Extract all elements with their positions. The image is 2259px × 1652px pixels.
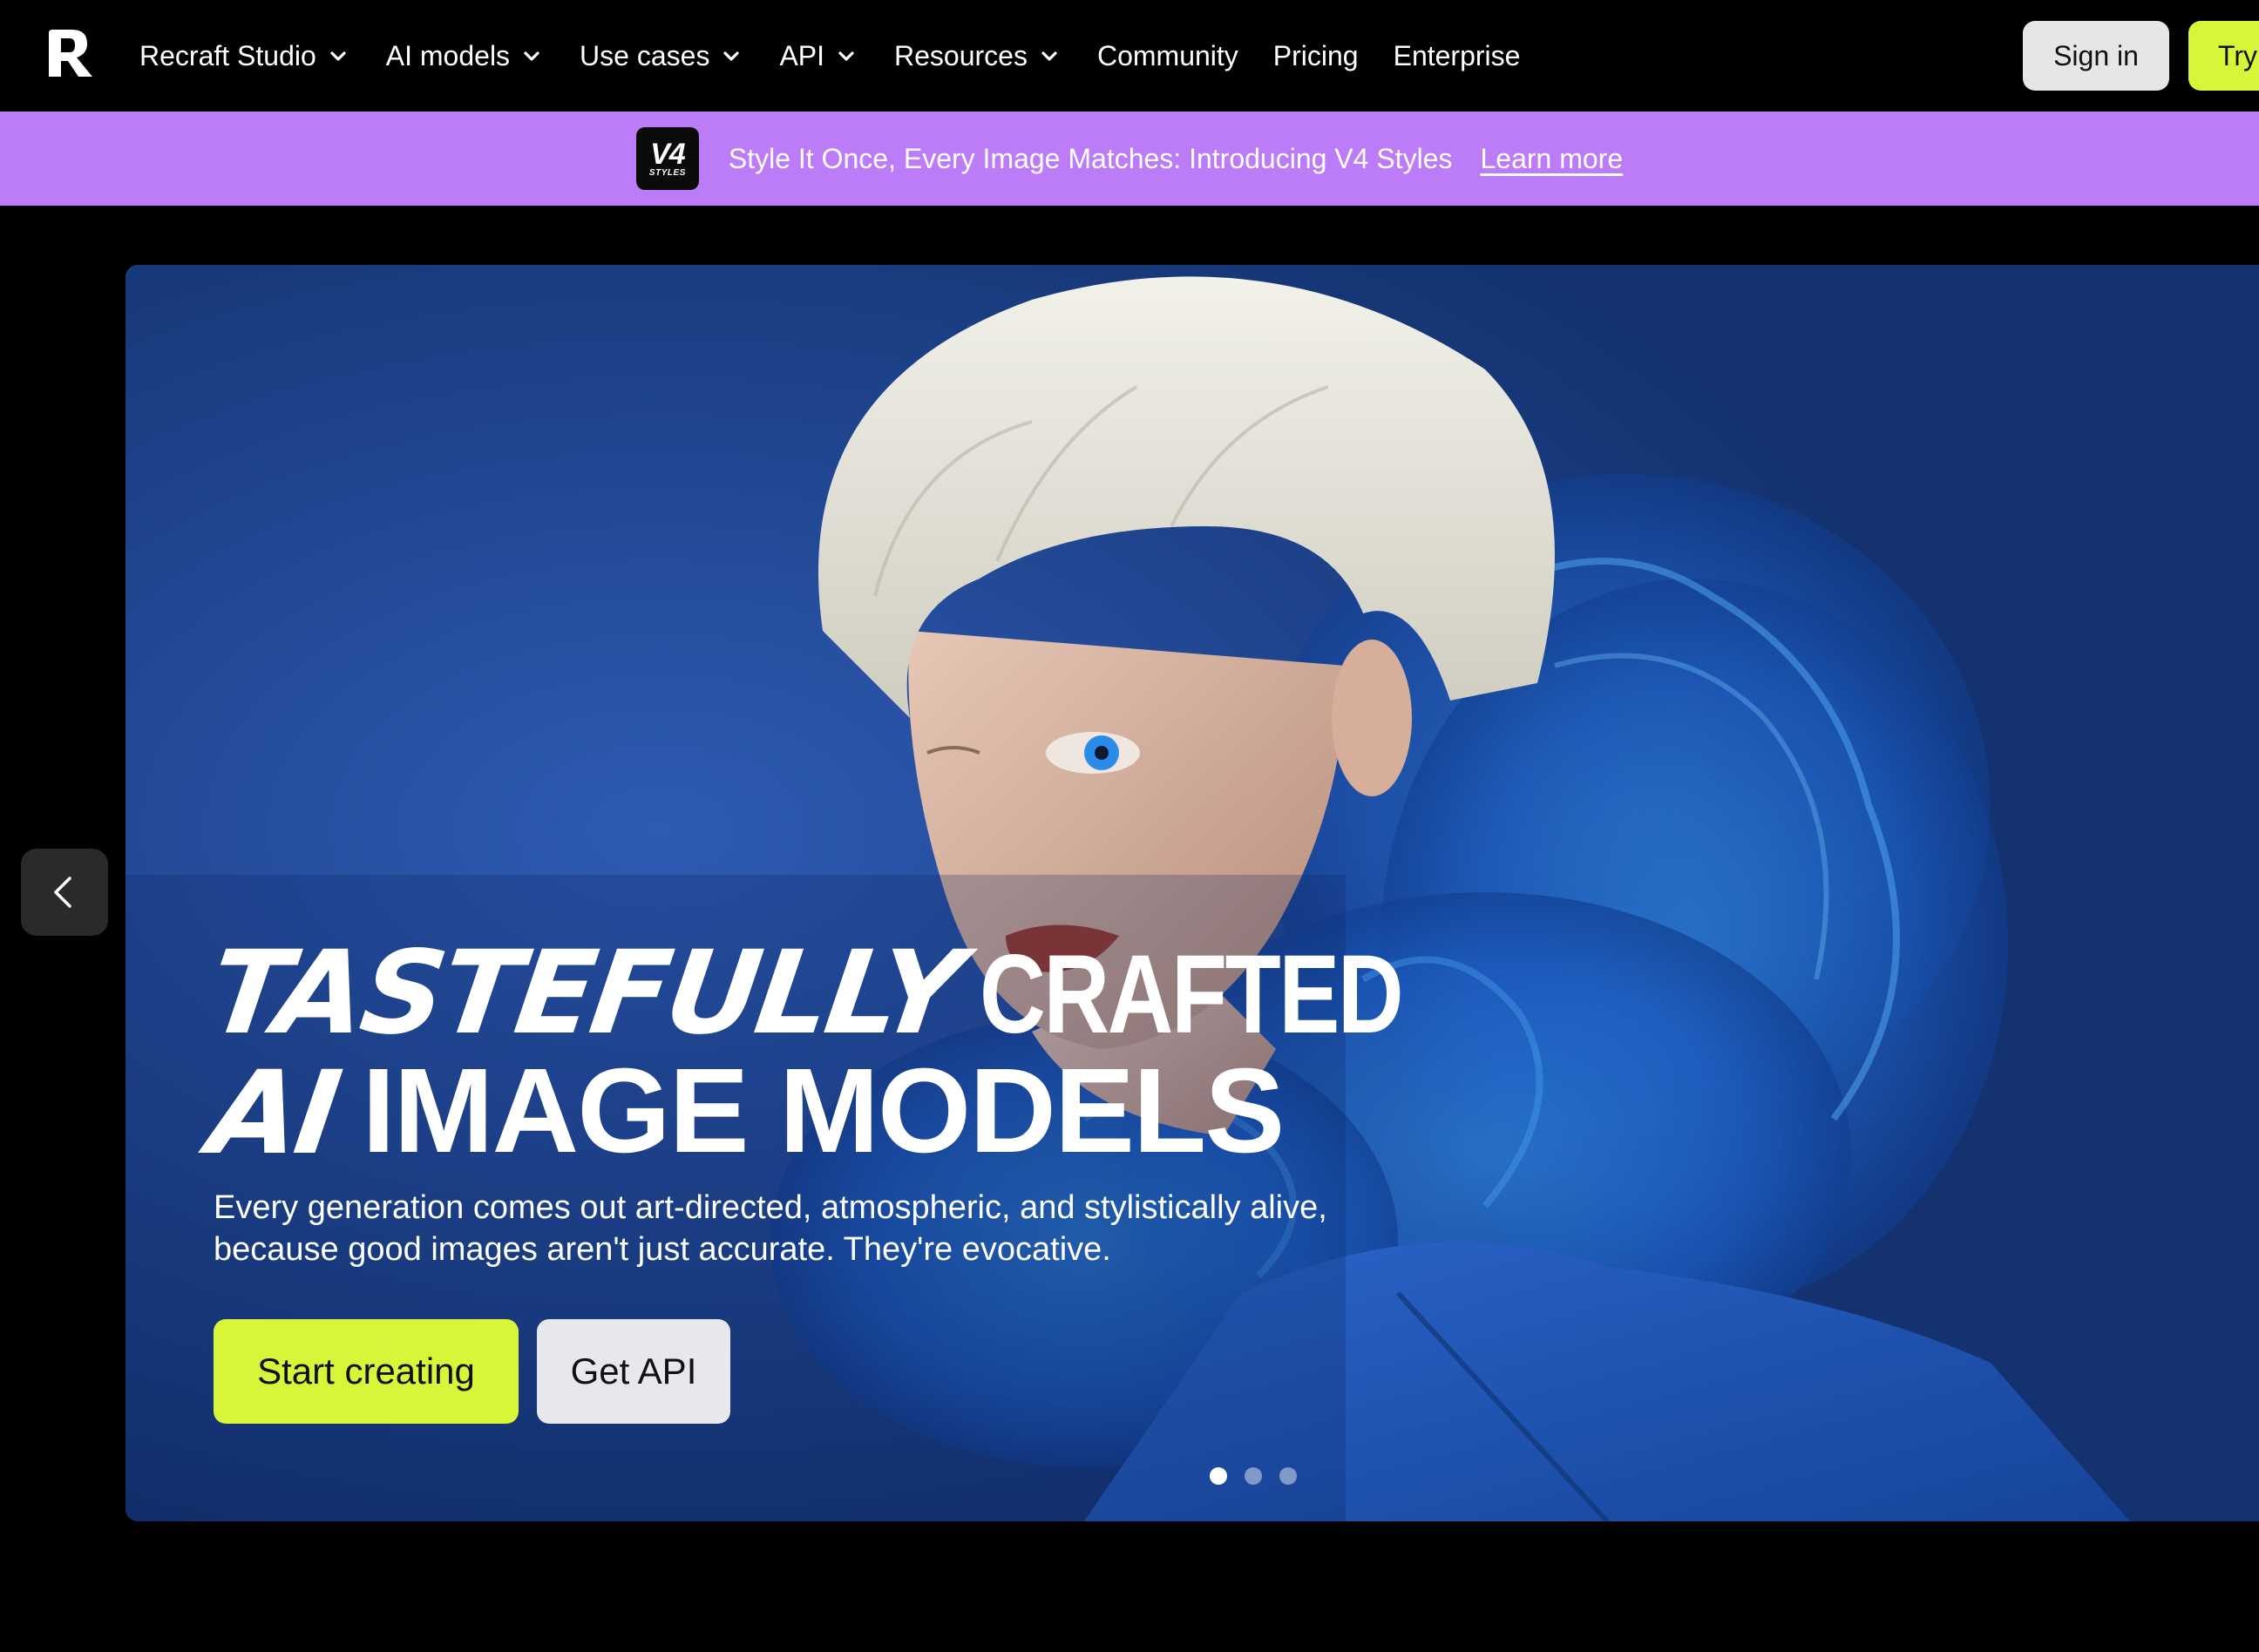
nav-label: Community — [1096, 39, 1238, 71]
nav-label: Recraft Studio — [139, 39, 316, 71]
start-creating-button[interactable]: Start creating — [214, 1319, 519, 1424]
chevron-down-icon — [833, 43, 859, 69]
hero-title-part: AI — [201, 1046, 346, 1181]
nav-ai-models[interactable]: AI models — [386, 40, 545, 72]
chevron-down-icon — [519, 43, 545, 69]
top-navigation: Recraft Studio AI models Use cases API R… — [0, 0, 2259, 112]
nav-pricing[interactable]: Pricing — [1273, 40, 1359, 72]
hero-carousel: TASTEFULLY CRAFTED AI IMAGE MODELS Every… — [126, 265, 2259, 1521]
nav-label: AI models — [385, 39, 511, 71]
carousel-prev-button[interactable] — [21, 849, 108, 936]
recraft-logo-icon[interactable] — [42, 26, 98, 82]
try-button[interactable]: Try — [2188, 21, 2259, 91]
nav-label: Use cases — [580, 39, 710, 71]
hero-title: TASTEFULLY CRAFTED AI IMAGE MODELS — [201, 926, 1494, 1181]
announcement-text: Style It Once, Every Image Matches: Intr… — [728, 142, 1453, 174]
nav-recraft-studio[interactable]: Recraft Studio — [139, 40, 351, 72]
get-api-button[interactable]: Get API — [537, 1319, 730, 1424]
learn-more-link[interactable]: Learn more — [1480, 143, 1623, 175]
main-menu: Recraft Studio AI models Use cases API R… — [139, 0, 1555, 112]
badge-main: V4 — [650, 137, 686, 171]
carousel-dot-1[interactable] — [1210, 1467, 1227, 1485]
nav-label: API — [779, 39, 825, 71]
nav-label: Resources — [894, 39, 1028, 71]
nav-label: Enterprise — [1393, 39, 1521, 71]
nav-enterprise[interactable]: Enterprise — [1394, 40, 1521, 72]
announcement-bar: V4 STYLES Style It Once, Every Image Mat… — [0, 112, 2259, 206]
nav-resources[interactable]: Resources — [894, 40, 1062, 72]
hero-title-part: TASTEFULLY — [201, 926, 968, 1060]
hero-title-part: IMAGE MODELS — [362, 1044, 1285, 1178]
carousel-indicators — [1210, 1467, 1297, 1485]
v4-styles-badge-icon: V4 STYLES — [635, 127, 699, 190]
sign-in-button[interactable]: Sign in — [2023, 21, 2169, 91]
chevron-down-icon — [718, 43, 744, 69]
chevron-left-icon — [54, 877, 71, 908]
carousel-dot-2[interactable] — [1245, 1467, 1262, 1485]
hero-title-part: CRAFTED — [979, 932, 1404, 1057]
nav-use-cases[interactable]: Use cases — [580, 40, 744, 72]
nav-api[interactable]: API — [779, 40, 859, 72]
nav-community[interactable]: Community — [1097, 40, 1238, 72]
hero-subtitle: Every generation comes out art-directed,… — [214, 1189, 1327, 1268]
chevron-down-icon — [1036, 43, 1062, 69]
nav-label: Pricing — [1272, 39, 1359, 71]
carousel-dot-3[interactable] — [1279, 1467, 1297, 1485]
badge-sub: STYLES — [648, 167, 686, 178]
chevron-down-icon — [325, 43, 351, 69]
